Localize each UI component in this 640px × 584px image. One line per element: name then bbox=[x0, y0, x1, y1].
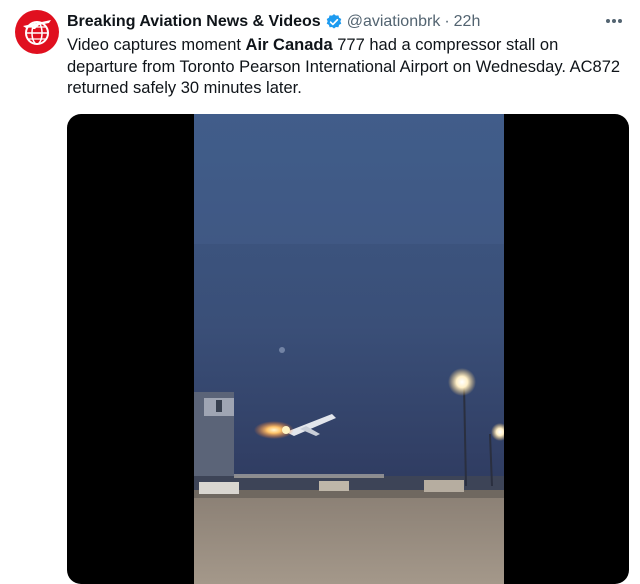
tweet-text-bold: Air Canada bbox=[245, 36, 333, 54]
more-options-icon[interactable] bbox=[604, 12, 624, 30]
author-name[interactable]: Breaking Aviation News & Videos bbox=[67, 13, 321, 31]
tweet-text: Video captures moment Air Canada 777 had… bbox=[67, 35, 627, 100]
author-avatar[interactable] bbox=[15, 10, 59, 54]
video-player[interactable] bbox=[67, 114, 629, 584]
verified-badge-icon bbox=[325, 13, 343, 31]
tweet-header: Breaking Aviation News & Videos @aviatio… bbox=[67, 11, 596, 33]
video-frame bbox=[194, 114, 504, 584]
tweet-card[interactable]: Breaking Aviation News & Videos @aviatio… bbox=[0, 0, 640, 584]
tweet-timestamp[interactable]: 22h bbox=[454, 13, 481, 31]
tweet-text-part: Video captures moment bbox=[67, 36, 246, 54]
author-handle[interactable]: @aviationbrk bbox=[347, 13, 441, 31]
separator-dot: · bbox=[444, 13, 450, 30]
airplane-globe-icon bbox=[23, 20, 51, 45]
video-thumbnail bbox=[194, 114, 504, 584]
